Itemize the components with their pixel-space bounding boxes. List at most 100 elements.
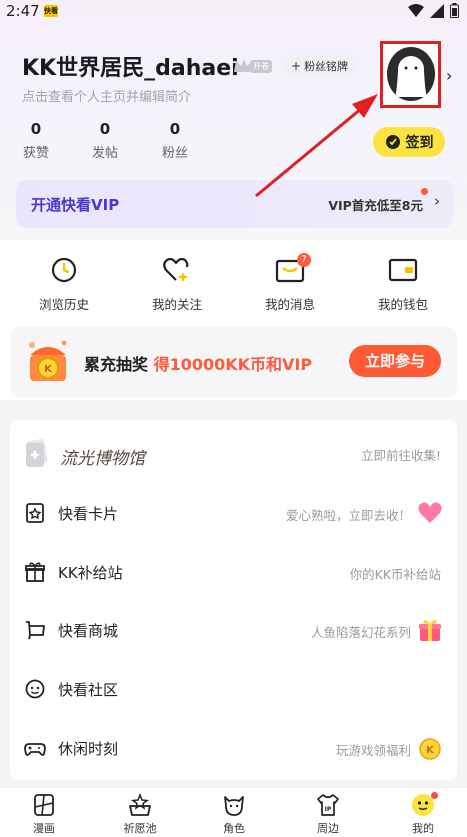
- vip-promo: VIP首充低至8元: [328, 198, 423, 213]
- card-icon: [26, 503, 44, 523]
- quick-label: 浏览历史: [38, 297, 89, 312]
- bottom-nav: 漫画 祈愿池 角色 IP 周边 我的: [0, 787, 467, 837]
- museum-hint: 立即前往收集!: [360, 448, 441, 463]
- signin-button[interactable]: 签到: [373, 127, 445, 157]
- fan-badge-button[interactable]: + 粉丝铭牌: [283, 55, 357, 77]
- username[interactable]: KK世界居民_dahaei: [22, 50, 239, 82]
- nav-label: 祈愿池: [123, 822, 157, 835]
- stat-value: 0: [169, 120, 181, 138]
- nav-profile[interactable]: 我的: [393, 792, 453, 836]
- stat-likes[interactable]: 0 获赞: [16, 120, 56, 161]
- quick-following[interactable]: 我的关注: [137, 256, 217, 313]
- menu-label: 快看商城: [58, 622, 119, 640]
- merch-icon: IP: [317, 794, 339, 816]
- status-icons: [408, 3, 459, 18]
- chevron-right-icon: ›: [434, 192, 440, 210]
- community-icon: [25, 679, 45, 699]
- kk-coin-icon: K: [419, 738, 441, 760]
- svg-text:K: K: [426, 745, 435, 756]
- quick-wallet[interactable]: 我的钱包: [363, 256, 443, 313]
- heart-icon: [418, 502, 442, 523]
- gift-icon: [419, 619, 441, 641]
- app-notification-icon: 快看: [44, 5, 58, 17]
- clock-icon: [51, 257, 77, 283]
- nav-label: 角色: [223, 822, 245, 835]
- avatar[interactable]: [380, 41, 441, 108]
- fan-badge-label: 粉丝铭牌: [304, 60, 349, 73]
- menu-list: 流光博物馆 立即前往收集! 快看卡片 爱心熟啦，立即去收！ KK补给站 你的KK…: [10, 420, 457, 780]
- status-time: 2:47: [6, 2, 40, 20]
- stat-fans[interactable]: 0 粉丝: [155, 120, 195, 161]
- lottery-banner[interactable]: K 累充抽奖 得10000KK币和VIP 立即参与: [10, 327, 457, 397]
- wallet-icon: [388, 258, 418, 282]
- nav-merch[interactable]: IP 周边: [298, 792, 358, 836]
- profile-stats: 0 获赞 0 发帖 0 粉丝: [0, 120, 260, 161]
- stat-value: 0: [30, 120, 42, 138]
- menu-hint: 爱心熟啦，立即去收！: [285, 508, 411, 523]
- menu-label: 休闲时刻: [58, 740, 119, 758]
- quick-label: 我的钱包: [377, 297, 428, 312]
- lottery-text: 累充抽奖 得10000KK币和VIP: [84, 351, 312, 375]
- stat-label: 粉丝: [161, 146, 188, 161]
- battery-icon: [450, 3, 459, 18]
- status-bar: 2:47 快看: [0, 0, 467, 24]
- menu-item-museum[interactable]: 流光博物馆 立即前往收集!: [10, 424, 457, 482]
- stat-posts[interactable]: 0 发帖: [85, 120, 125, 161]
- gamepad-icon: [24, 743, 46, 756]
- menu-label: 快看社区: [58, 681, 119, 699]
- quick-actions: 浏览历史 我的关注 7 我的消息 我的钱包: [0, 250, 467, 316]
- vip-title: 开通快看VIP: [31, 196, 120, 214]
- chevron-right-icon[interactable]: ›: [446, 66, 452, 85]
- message-count-badge: 7: [297, 253, 311, 267]
- vip-banner[interactable]: 开通快看VIP VIP首充低至8元 ›: [16, 180, 453, 228]
- nav-comic[interactable]: 漫画: [14, 792, 74, 836]
- quick-label: 我的消息: [264, 297, 315, 312]
- menu-hint: 玩游戏领福利: [335, 743, 411, 758]
- quick-label: 我的关注: [151, 297, 202, 312]
- menu-hint: 人鱼陷落幻花系列: [310, 625, 411, 640]
- svg-text:K: K: [44, 364, 53, 375]
- lottery-text-highlight: 得10000KK币和VIP: [153, 355, 313, 374]
- join-now-button[interactable]: 立即参与: [349, 345, 441, 377]
- wifi-icon: [408, 3, 424, 17]
- museum-card-icon: [26, 439, 48, 467]
- wish-pool-icon: [129, 792, 151, 816]
- nav-label: 漫画: [33, 822, 55, 835]
- character-icon: [224, 796, 244, 816]
- profile-subtitle[interactable]: 点击查看个人主页并编辑简介: [22, 86, 191, 105]
- menu-item-community[interactable]: 快看社区: [10, 660, 457, 718]
- level-badge: 开卷: [250, 60, 272, 73]
- signin-label: 签到: [405, 135, 434, 151]
- gift-box-icon: [25, 562, 45, 582]
- notification-dot: [431, 792, 438, 799]
- menu-item-cards[interactable]: 快看卡片 爱心熟啦，立即去收！: [10, 484, 457, 542]
- stat-value: 0: [99, 120, 111, 138]
- notification-dot: [421, 188, 428, 195]
- avatar-image: [387, 47, 435, 101]
- comic-icon: [34, 794, 54, 816]
- svg-text:IP: IP: [325, 806, 332, 813]
- menu-item-leisure[interactable]: 休闲时刻 玩游戏领福利 K: [10, 719, 457, 777]
- lottery-text-prefix: 累充抽奖: [84, 355, 154, 374]
- nav-label: 周边: [317, 822, 339, 835]
- stat-label: 发帖: [91, 146, 118, 161]
- menu-item-mall[interactable]: 快看商城 人鱼陷落幻花系列: [10, 601, 457, 659]
- menu-hint: 你的KK币补给站: [349, 567, 441, 582]
- plus-icon: +: [291, 59, 302, 73]
- quick-messages[interactable]: 7 我的消息: [250, 253, 330, 313]
- signin-icon: [385, 135, 400, 149]
- treasure-chest-icon: K: [29, 340, 67, 381]
- ghost-avatar-icon: [395, 56, 427, 97]
- signal-icon: [430, 3, 444, 18]
- nav-wish-pool[interactable]: 祈愿池: [110, 792, 170, 836]
- nav-label: 我的: [412, 822, 434, 835]
- heart-plus-icon: [163, 257, 189, 281]
- menu-label: KK补给站: [58, 564, 123, 582]
- stat-label: 获赞: [22, 146, 49, 161]
- museum-title: 流光博物馆: [60, 449, 145, 469]
- quick-history[interactable]: 浏览历史: [24, 256, 104, 313]
- menu-item-supply[interactable]: KK补给站 你的KK币补给站: [10, 543, 457, 601]
- cart-icon: [26, 621, 45, 640]
- menu-label: 快看卡片: [58, 505, 119, 523]
- nav-character[interactable]: 角色: [204, 792, 264, 836]
